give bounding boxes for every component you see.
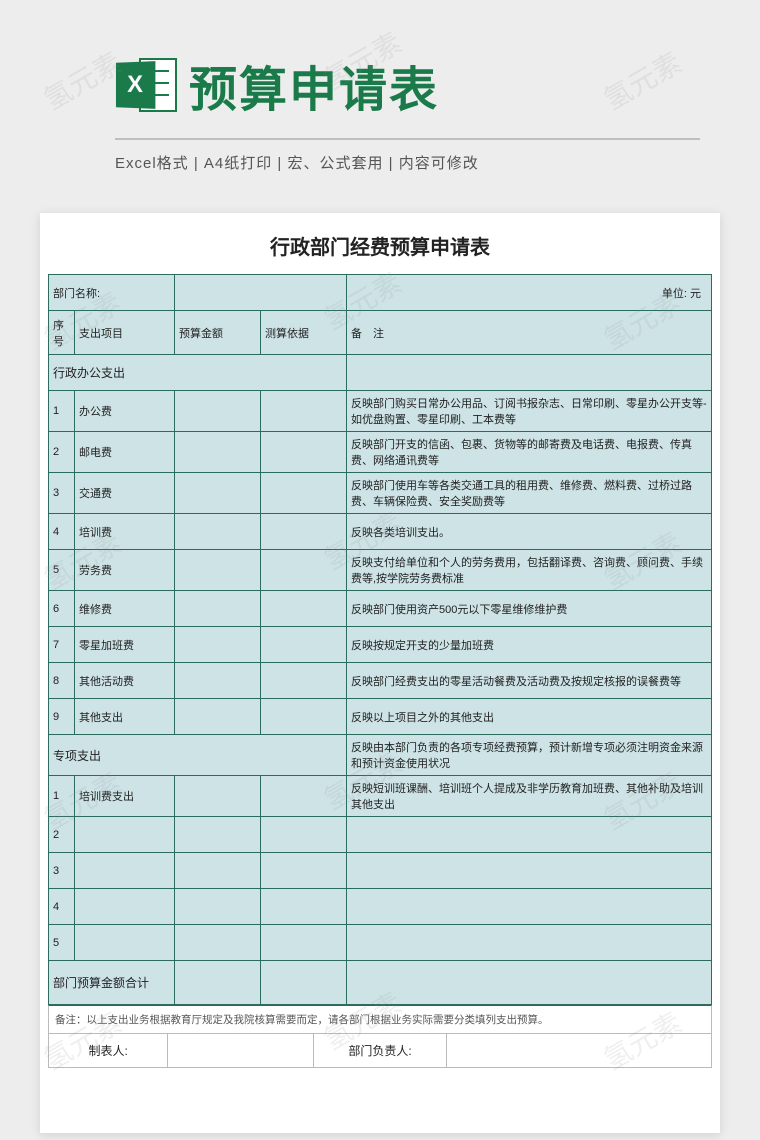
maker-label: 制表人: [49,1034,168,1068]
template-header: X 预算申请表 [0,0,760,120]
section-special: 专项支出 反映由本部门负责的各项专项经费预算，预计新增专项必须注明资金来源和预计… [49,735,712,776]
table-row: 4培训费反映各类培训支出。 [49,514,712,550]
table-row: 5劳务费反映支付给单位和个人的劳务费用，包括翻译费、咨询费、顾问费、手续费等,按… [49,550,712,591]
table-row: 7零星加班费反映按规定开支的少量加班费 [49,627,712,663]
col-basis: 测算依据 [261,311,347,355]
leader-label: 部门负责人: [314,1034,447,1068]
signature-table: 制表人: 部门负责人: [48,1034,712,1068]
col-amount: 预算金额 [175,311,261,355]
table-row: 9其他支出反映以上项目之外的其他支出 [49,699,712,735]
dept-value [175,275,347,311]
sheet-title: 行政部门经费预算申请表 [48,223,712,274]
table-row: 3交通费反映部门使用车等各类交通工具的租用费、维修费、燃料费、过桥过路费、车辆保… [49,473,712,514]
unit-label: 单位: 元 [347,275,712,311]
leader-value [446,1034,711,1068]
table-row: 6维修费反映部门使用资产500元以下零星维修维护费 [49,591,712,627]
table-row: 1培训费支出反映短训班课酬、培训班个人提成及非学历教育加班费、其他补助及培训其他… [49,776,712,817]
table-row: 8其他活动费反映部门经费支出的零星活动餐费及活动费及按规定核报的误餐费等 [49,663,712,699]
maker-value [168,1034,314,1068]
excel-icon: X [115,54,177,116]
col-item: 支出项目 [75,311,175,355]
budget-table: 部门名称: 单位: 元 序号 支出项目 预算金额 测算依据 备 注 行政办公支出… [48,274,712,1005]
table-row: 3 [49,853,712,889]
header-row: 序号 支出项目 预算金额 测算依据 备 注 [49,311,712,355]
table-row: 1办公费反映部门购买日常办公用品、订阅书报杂志、日常印刷、零星办公开支等-如优盘… [49,391,712,432]
col-remark: 备 注 [347,311,712,355]
dept-row: 部门名称: 单位: 元 [49,275,712,311]
total-row: 部门预算金额合计 [49,961,712,1005]
template-subtitle: Excel格式 | A4纸打印 | 宏、公式套用 | 内容可修改 [0,140,760,173]
dept-label: 部门名称: [49,275,175,311]
table-row: 5 [49,925,712,961]
section-admin: 行政办公支出 [49,355,712,391]
footer-note: 备注：以上支出业务根据教育厅规定及我院核算需要而定，请各部门根据业务实际需要分类… [48,1005,712,1034]
document-page: 行政部门经费预算申请表 部门名称: 单位: 元 序号 支出项目 预算金额 测算依… [40,213,720,1133]
table-row: 2邮电费反映部门开支的信函、包裹、货物等的邮寄费及电话费、电报费、传真费、网络通… [49,432,712,473]
col-num: 序号 [49,311,75,355]
template-title: 预算申请表 [189,50,439,120]
table-row: 4 [49,889,712,925]
table-row: 2 [49,817,712,853]
